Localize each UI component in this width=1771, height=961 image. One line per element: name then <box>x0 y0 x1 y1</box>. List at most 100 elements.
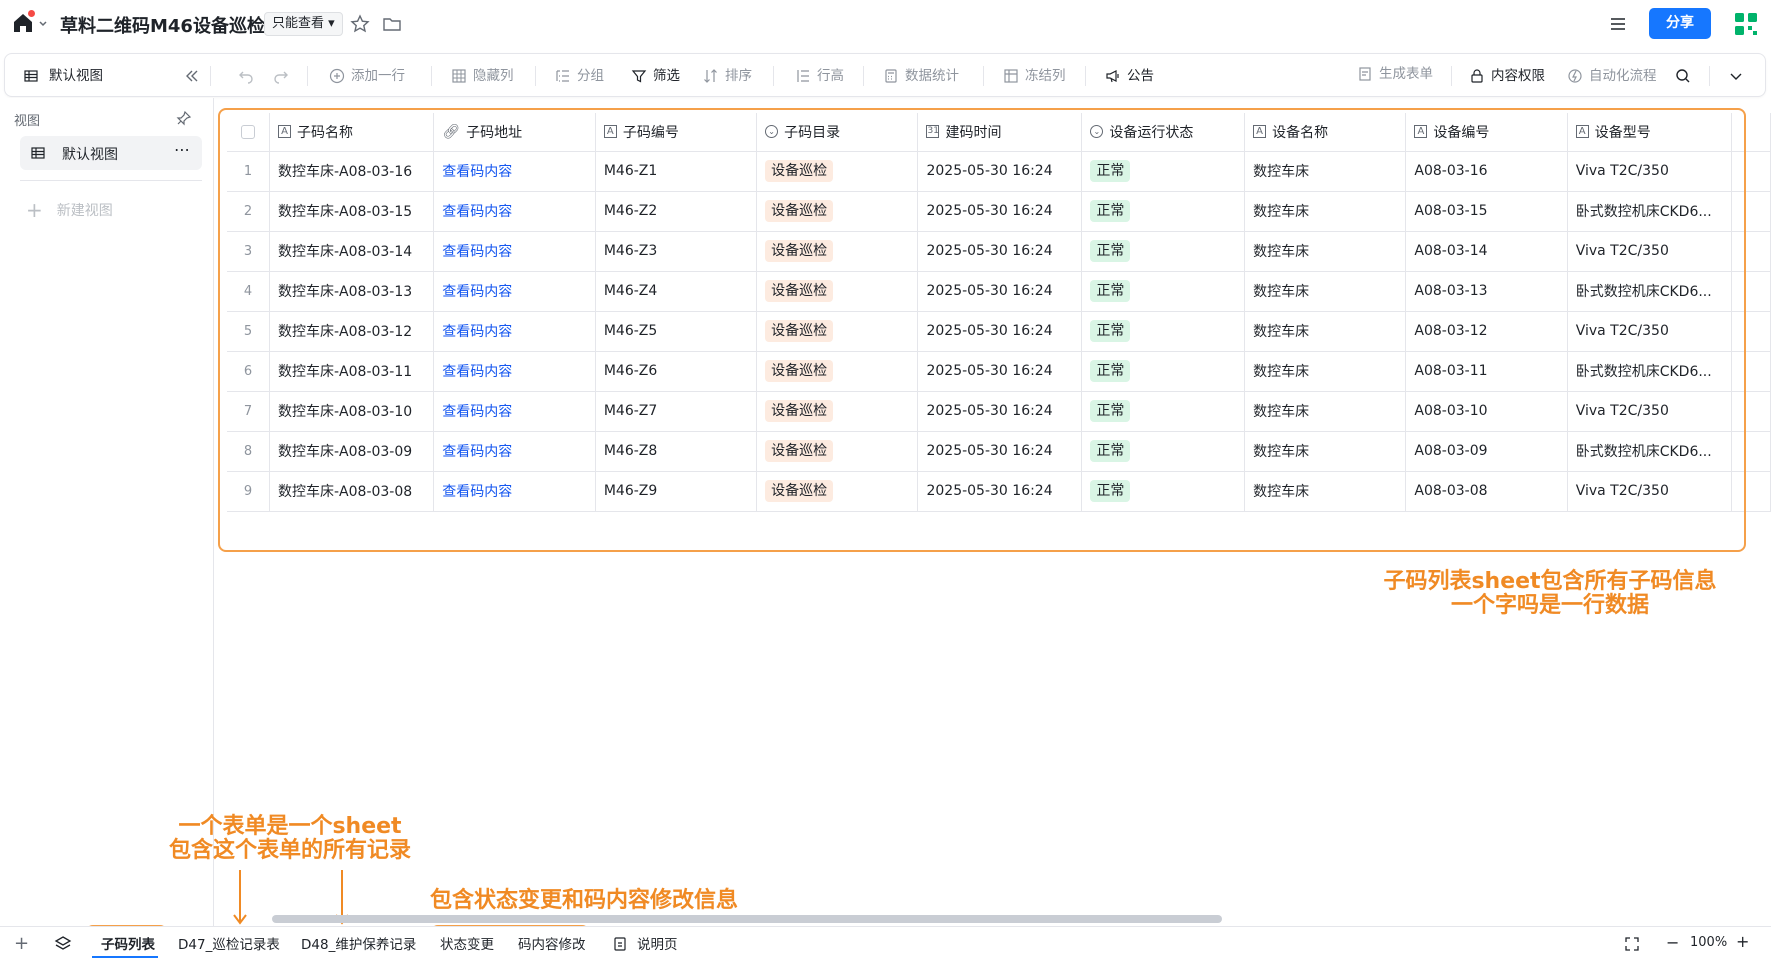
sheet-tab-sub-codes[interactable]: 子码列表 <box>101 933 155 957</box>
search-icon[interactable] <box>1675 65 1691 87</box>
megaphone-icon <box>1106 70 1119 83</box>
add-sheet-icon[interactable]: + <box>14 935 29 953</box>
redo-icon[interactable] <box>273 65 289 87</box>
toolbar-divider <box>535 66 536 86</box>
content-permission-label: 内容权限 <box>1491 68 1545 84</box>
filter-icon <box>631 70 647 83</box>
notice-button[interactable]: 公告 <box>1105 65 1154 87</box>
hide-columns-button[interactable]: 隐藏列 <box>451 65 514 87</box>
toolbar-divider <box>1709 66 1710 86</box>
star-icon[interactable] <box>350 14 370 34</box>
sort-label: 排序 <box>725 68 752 84</box>
sheet-tab-status-change[interactable]: 状态变更 <box>440 933 494 957</box>
annotation-line: 一个字吗是一行数据 <box>1450 593 1649 618</box>
generate-form-label: 生成表单 <box>1379 66 1433 82</box>
group-icon <box>556 70 569 82</box>
fullscreen-icon[interactable] <box>1624 936 1640 952</box>
collapse-sidebar-icon[interactable] <box>185 65 199 87</box>
pin-icon[interactable] <box>176 110 192 126</box>
view-sidebar: 视图 默认视图 ⋯ + 新建视图 <box>0 98 214 926</box>
sheet-tabs-bar: + 子码列表 D47_巡检记录表 D48_维护保养记录 状态变更 码内容修改 说… <box>0 926 1771 961</box>
toolbar-divider <box>1451 66 1452 86</box>
toolbar-divider <box>431 66 432 86</box>
folder-icon[interactable] <box>382 14 402 34</box>
permission-label: 只能查看 <box>272 16 325 31</box>
hide-columns-label: 隐藏列 <box>473 68 514 84</box>
grid-icon <box>452 69 466 83</box>
sheet-tab-maintenance[interactable]: D48_维护保养记录 <box>301 933 416 957</box>
row-height-icon <box>797 70 809 82</box>
automation-label: 自动化流程 <box>1589 68 1657 84</box>
filter-label: 筛选 <box>653 68 680 84</box>
app-header: 草料二维码M46设备巡检 只能查看 ▾ 分享 <box>0 0 1771 48</box>
sheet-tab-readme[interactable]: 说明页 <box>637 933 678 957</box>
generate-form-button[interactable]: 生成表单 <box>1357 63 1433 85</box>
undo-icon[interactable] <box>238 65 254 87</box>
notice-label: 公告 <box>1127 68 1154 84</box>
view-name: 默认视图 <box>49 68 103 84</box>
active-tab-indicator <box>92 956 158 958</box>
new-view-button[interactable]: + 新建视图 <box>26 198 113 222</box>
filter-button[interactable]: 筛选 <box>631 65 680 87</box>
add-row-label: 添加一行 <box>351 68 405 84</box>
annotation-table-note: 子码列表sheet包含所有子码信息 一个字吗是一行数据 <box>1360 570 1740 618</box>
toolbar-divider <box>307 66 308 86</box>
annotation-line: 子码列表sheet包含所有子码信息 <box>1383 569 1717 594</box>
table-icon <box>24 70 38 82</box>
add-row-button[interactable]: 添加一行 <box>329 65 405 87</box>
layers-icon[interactable] <box>54 935 72 953</box>
stats-label: 数据统计 <box>905 68 959 84</box>
toolbar-divider <box>210 66 211 86</box>
calculator-icon <box>885 69 897 83</box>
freeze-label: 冻结列 <box>1025 68 1066 84</box>
chevron-down-icon[interactable] <box>1729 65 1743 87</box>
menu-icon[interactable] <box>1608 14 1628 34</box>
document-title: 草料二维码M46设备巡检 <box>60 16 265 37</box>
share-button[interactable]: 分享 <box>1649 8 1711 39</box>
sort-button[interactable]: 排序 <box>703 65 752 87</box>
notification-dot <box>28 10 35 17</box>
group-button[interactable]: 分组 <box>555 65 604 87</box>
automation-button[interactable]: 自动化流程 <box>1567 65 1657 87</box>
toolbar-divider <box>773 66 774 86</box>
table-icon <box>31 147 45 159</box>
home-menu[interactable] <box>12 10 52 36</box>
new-view-label: 新建视图 <box>56 203 113 219</box>
toolbar-divider <box>863 66 864 86</box>
doc-icon <box>614 937 626 951</box>
sidebar-divider <box>20 180 202 181</box>
sidebar-item-default-view[interactable]: 默认视图 ⋯ <box>20 136 202 170</box>
annotation-line: 一个表单是一个sheet <box>178 814 402 839</box>
automation-icon <box>1568 69 1582 83</box>
stats-button[interactable]: 数据统计 <box>883 65 959 87</box>
freeze-button[interactable]: 冻结列 <box>1003 65 1066 87</box>
toolbar: 默认视图 添加一行 隐藏列 分组 筛选 排序 行高 数据统计 冻结列 公告 生成… <box>4 53 1766 97</box>
form-icon <box>1359 67 1371 81</box>
apps-icon[interactable] <box>1733 11 1759 37</box>
permission-dropdown[interactable]: 只能查看 ▾ <box>264 12 343 36</box>
sheet-tab-inspection[interactable]: D47_巡检记录表 <box>178 933 280 957</box>
annotation-bottom-note: 包含状态变更和码内容修改信息 <box>430 888 739 913</box>
lock-icon <box>1471 69 1483 83</box>
sheet-tab-content-change[interactable]: 码内容修改 <box>518 933 586 957</box>
group-label: 分组 <box>577 68 604 84</box>
sidebar-item-label: 默认视图 <box>62 147 118 163</box>
plus-circle-icon <box>329 68 345 84</box>
annotation-highlight-table <box>218 108 1746 552</box>
toolbar-divider <box>983 66 984 86</box>
content-permission-button[interactable]: 内容权限 <box>1469 65 1545 87</box>
zoom-in-icon[interactable]: + <box>1736 932 1749 951</box>
row-height-label: 行高 <box>817 68 844 84</box>
view-selector[interactable]: 默认视图 <box>23 65 103 87</box>
toolbar-divider <box>1085 66 1086 86</box>
horizontal-scrollbar[interactable] <box>272 915 1222 923</box>
plus-icon: + <box>26 198 43 222</box>
zoom-out-icon[interactable]: − <box>1666 933 1679 952</box>
annotation-line: 包含这个表单的所有记录 <box>168 838 411 863</box>
sidebar-section-label: 视图 <box>14 114 41 129</box>
sort-icon <box>704 69 717 83</box>
row-height-button[interactable]: 行高 <box>795 65 844 87</box>
zoom-level: 100% <box>1690 935 1728 950</box>
more-icon[interactable]: ⋯ <box>174 140 191 159</box>
annotation-sheet-note: 一个表单是一个sheet 包含这个表单的所有记录 <box>155 815 425 863</box>
